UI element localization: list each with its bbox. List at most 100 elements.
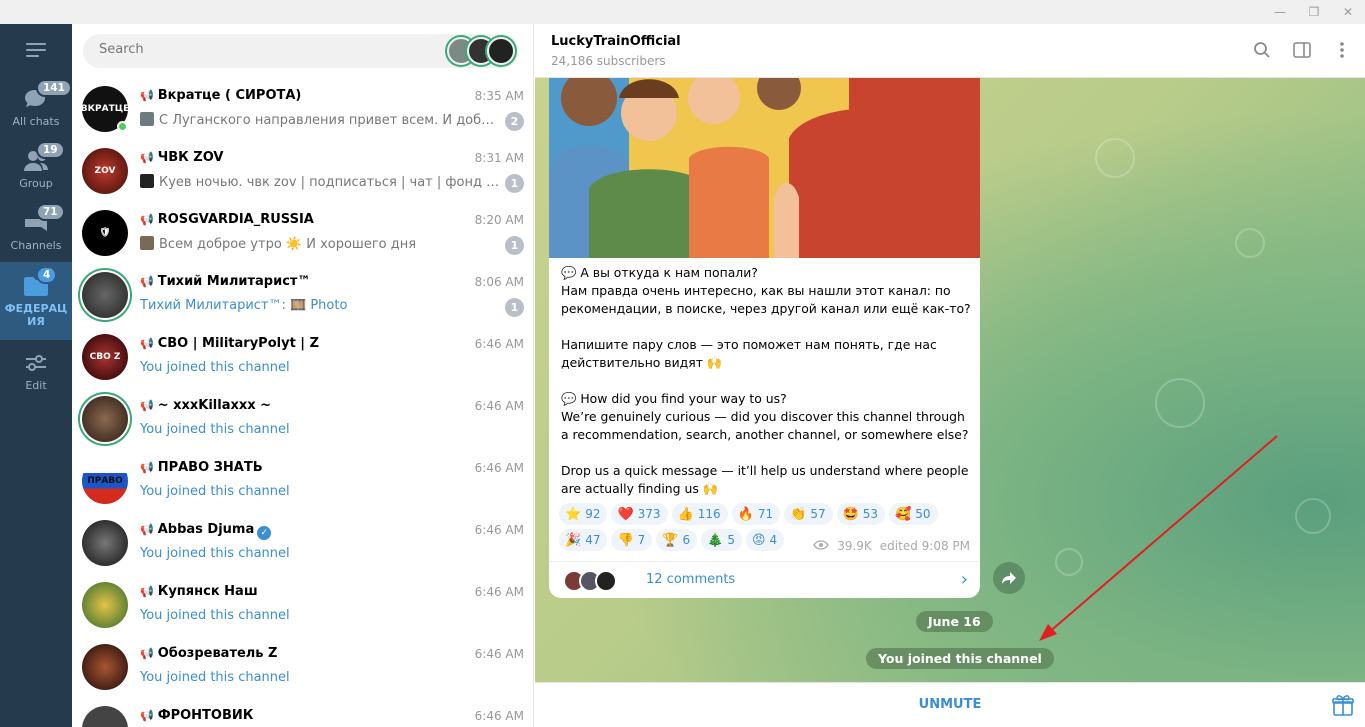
chat-time: 6:46 AM — [474, 399, 524, 413]
post-image[interactable] — [549, 78, 980, 258]
chat-item[interactable]: СВО Z 📢 СВО | MilitaryPolyt | Z 6:46 AM Y… — [72, 327, 534, 389]
chat-time: 6:46 AM — [474, 337, 524, 351]
view-count: 39.9K — [837, 539, 872, 553]
chat-name: 📢 ПРАВО ЗНАТЬ — [140, 460, 263, 475]
folders-rail: 141 All chats 19 Group 71 Channels 4 ФЕД… — [0, 24, 72, 727]
chat-time: 6:46 AM — [474, 709, 524, 723]
folder-channels[interactable]: 71 Channels — [0, 200, 72, 262]
close-button[interactable]: ✕ — [1331, 0, 1365, 24]
background-doodle — [1295, 498, 1331, 534]
online-indicator — [117, 121, 128, 132]
background-doodle — [1155, 378, 1205, 428]
megaphone-icon: 📢 — [140, 399, 154, 412]
avatar — [82, 706, 128, 727]
search-stories[interactable] — [447, 37, 515, 65]
chat-name: 📢 Тихий Милитарист™ — [140, 274, 311, 289]
avatar — [82, 582, 128, 628]
folder-icon: 4 — [22, 266, 58, 298]
chat-item[interactable]: 📢 Обозреватель Z 6:46 AM You joined this … — [72, 637, 534, 699]
chat-name: 📢 Обозреватель Z — [140, 646, 278, 661]
megaphone-icon: 📢 — [140, 337, 154, 350]
folder-badge: 71 — [36, 202, 65, 221]
folder-badge: 141 — [36, 78, 72, 97]
share-icon — [1002, 572, 1016, 584]
megaphone-icon: 📢 — [140, 461, 154, 474]
folder-all-chats[interactable]: 141 All chats — [0, 76, 72, 138]
chat-item[interactable]: ПРАВО 📢 ПРАВО ЗНАТЬ 6:46 AM You joined th… — [72, 451, 534, 513]
folder-label: Group — [19, 176, 53, 190]
chat-item[interactable]: 📢 ФРОНТОВИК 6:46 AM — [72, 699, 534, 727]
background-doodle — [1095, 138, 1135, 178]
share-button[interactable] — [993, 562, 1025, 594]
chat-name: 📢 Купянск Наш — [140, 584, 258, 599]
reaction-angry[interactable]: 😡 4 — [745, 529, 785, 551]
background-doodle — [1055, 548, 1083, 576]
background-doodle — [1235, 228, 1265, 258]
avatar: ПРАВО — [82, 458, 128, 504]
chat-name: 📢 ФРОНТОВИК — [140, 708, 254, 723]
chat-time: 6:46 AM — [474, 585, 524, 599]
megaphone-icon: 📢 — [140, 709, 154, 722]
thumbnail — [140, 112, 154, 126]
folder-edit[interactable]: Edit — [0, 340, 72, 402]
chat-time: 6:46 AM — [474, 523, 524, 537]
reaction-fire[interactable]: 🔥 71 — [731, 503, 781, 525]
avatar — [487, 37, 515, 65]
reaction-heart[interactable]: ❤️ 373 — [611, 503, 668, 525]
main-menu-button[interactable] — [0, 24, 72, 76]
chat-item[interactable]: 📢 ~ xxxKillaxxx ~ 6:46 AM You joined this… — [72, 389, 534, 451]
avatar — [82, 644, 128, 690]
reaction-trophy[interactable]: 🏆 6 — [656, 529, 698, 551]
window-controls: — ❐ ✕ — [1263, 0, 1365, 24]
reaction-hearts-face[interactable]: 🥰 50 — [889, 503, 938, 525]
unread-badge: 1 — [505, 298, 524, 317]
folder-badge: 19 — [36, 140, 65, 159]
window-titlebar: — ❐ ✕ — [0, 0, 1365, 24]
reaction-star-struck[interactable]: 🤩 53 — [836, 503, 886, 525]
reaction-thumbs-down[interactable]: 👎 7 — [611, 529, 653, 551]
reaction-clap[interactable]: 👏 57 — [784, 503, 833, 525]
restore-button[interactable]: ❐ — [1297, 0, 1331, 24]
comments-label: 12 comments — [646, 572, 736, 587]
chat-item[interactable]: 🛡 📢 ROSGVARDIA_RUSSIA 8:20 AM Всем доброе… — [72, 203, 534, 265]
folder-label: All chats — [12, 114, 60, 128]
folder-group[interactable]: 19 Group — [0, 138, 72, 200]
channel-title[interactable]: LuckyTrainOfficial — [551, 34, 681, 49]
search-input[interactable] — [99, 42, 399, 57]
chat-name: 📢 СВО | MilitaryPolyt | Z — [140, 336, 320, 351]
gift-icon[interactable] — [1331, 693, 1355, 717]
service-message: You joined this channel — [866, 648, 1054, 669]
chat-header[interactable]: LuckyTrainOfficial 24,186 subscribers — [535, 24, 1365, 78]
chat-preview: Всем доброе утро ☀️ И хорошего дня — [140, 236, 502, 252]
chat-preview: You joined this channel — [140, 546, 290, 561]
unread-badge: 1 — [505, 236, 524, 255]
chat-name: 📢 ROSGVARDIA_RUSSIA — [140, 212, 314, 227]
unmute-button[interactable]: UNMUTE — [535, 697, 1365, 712]
chat-preview: You joined this channel — [140, 422, 290, 437]
chat-item[interactable]: ВКРАТЦЕ 📢 Вкратце ( СИРОТА) 8:35 AM С Луг… — [72, 79, 534, 141]
chat-item[interactable]: 📢 Тихий Милитарист™ 8:06 AM Тихий Милитар… — [72, 265, 534, 327]
megaphone-icon: 📢 — [140, 89, 154, 102]
minimize-button[interactable]: — — [1263, 0, 1297, 24]
reaction-star[interactable]: ⭐ 92 — [559, 503, 608, 525]
reaction-party[interactable]: 🎉 47 — [559, 529, 608, 551]
sidebar-toggle-icon[interactable] — [1291, 39, 1313, 61]
channel-post[interactable]: 💬 А вы откуда к нам попали? Нам правда о… — [549, 78, 980, 598]
post-meta: 39.9K edited 9:08 PM — [813, 539, 970, 553]
edit-sliders-icon — [22, 351, 50, 375]
chat-item[interactable]: ZOV 📢 ЧВК ZOV 8:31 AM Куев ночью. чвк zov… — [72, 141, 534, 203]
more-vertical-icon[interactable] — [1331, 39, 1353, 61]
chat-name: 📢 Вкратце ( СИРОТА) — [140, 88, 302, 103]
folder-federation[interactable]: 4 ФЕДЕРАЦИЯ — [0, 262, 72, 340]
reaction-tree[interactable]: 🎄 5 — [701, 529, 742, 551]
chat-time: 8:06 AM — [474, 275, 524, 289]
chat-list: ВКРАТЦЕ 📢Вкратце ( СИРОТА) 8:35 AM С Луг… — [72, 24, 534, 727]
channels-icon: 71 — [22, 202, 65, 235]
chat-item[interactable]: 📢 Купянск Наш 6:46 AM You joined this cha… — [72, 575, 534, 637]
reaction-thumbs-up[interactable]: 👍 116 — [671, 503, 728, 525]
comments-button[interactable]: 12 comments › — [549, 561, 980, 598]
megaphone-icon: 📢 — [140, 275, 154, 288]
search-bar[interactable] — [83, 34, 519, 68]
search-icon[interactable] — [1251, 39, 1273, 61]
chat-item[interactable]: 📢 Abbas Djuma ✓ 6:46 AM You joined this ch… — [72, 513, 534, 575]
